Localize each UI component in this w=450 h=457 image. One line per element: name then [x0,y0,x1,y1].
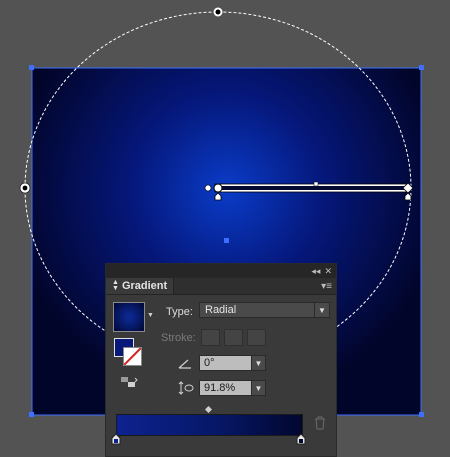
gradient-slider-bar[interactable] [116,414,303,436]
angle-value: 0° [204,357,215,369]
type-dropdown-value: Radial [205,304,237,316]
tab-gradient-label: Gradient [121,280,168,292]
swatch-dropdown-icon[interactable]: ▼ [147,312,154,319]
aspect-ratio-input[interactable]: 91.8% [199,380,252,396]
gradient-stop-right[interactable] [296,433,306,445]
gradient-midpoint-marker[interactable] [313,181,319,187]
aspect-dropdown-button[interactable]: ▼ [251,380,266,396]
chevron-down-icon: ▼ [254,358,263,368]
angle-dropdown-button[interactable]: ▼ [251,355,266,371]
trash-icon[interactable] [314,416,326,430]
gradient-annotator-bar[interactable] [214,183,409,193]
aspect-ratio-value: 91.8% [204,382,236,394]
ellipse-top-handle[interactable] [213,7,223,17]
gradient-stop-left[interactable] [111,433,121,445]
stroke-gradient-buttons [201,329,266,346]
close-panel-icon[interactable]: ✕ [324,264,332,278]
stroke-none-box[interactable] [123,347,142,366]
chevron-down-icon: ▼ [314,303,329,317]
gradient-midpoint-diamond[interactable] [205,404,212,413]
type-dropdown[interactable]: Radial ▼ [199,302,330,318]
gradient-panel: ◂◂ ✕ ▲ ▼ Gradient ▾≡ ▼ Type: Radial ▼ Str… [105,263,337,457]
ellipse-left-handle[interactable] [19,182,31,194]
collapse-panel-icon[interactable]: ◂◂ [311,264,320,278]
stroke-within-button[interactable] [201,329,220,346]
reverse-gradient-icon[interactable] [120,376,138,390]
panel-title-bar[interactable]: ◂◂ ✕ [106,264,336,278]
angle-icon [178,357,192,369]
tab-gradient[interactable]: ▲ ▼ Gradient [106,278,175,294]
aspect-ratio-icon [178,381,194,395]
type-label: Type: [166,306,193,318]
gradient-origin-stop[interactable] [213,183,223,193]
chevron-down-icon: ▼ [254,383,263,393]
angle-input[interactable]: 0° [199,355,252,371]
stroke-label: Stroke: [161,332,196,344]
fill-stroke-proxy[interactable] [114,338,142,366]
gradient-swatch[interactable] [113,302,145,332]
tab-updown-arrows-icon: ▲ ▼ [112,279,119,292]
stroke-across-button[interactable] [247,329,266,346]
panel-menu-icon[interactable]: ▾≡ [321,278,336,294]
panel-tab-row: ▲ ▼ Gradient ▾≡ [106,278,336,295]
center-point [224,238,229,243]
gradient-origin-handle[interactable] [204,184,212,192]
stroke-along-button[interactable] [224,329,243,346]
